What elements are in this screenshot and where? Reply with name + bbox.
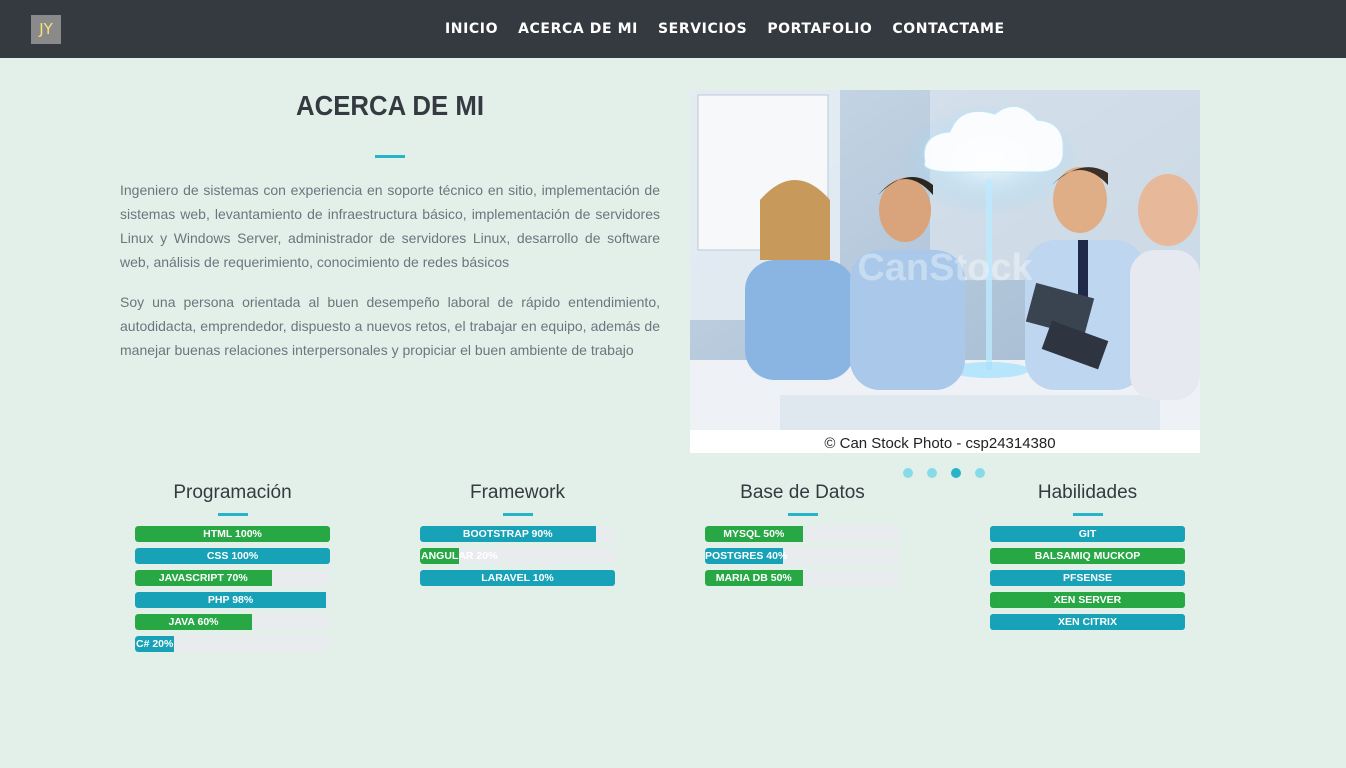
section-divider	[1072, 513, 1103, 516]
title-divider	[375, 155, 405, 158]
skills-base-datos: Base de Datos MYSQL 50% POSTGRES 40% MAR…	[705, 480, 900, 592]
image-caption: © Can Stock Photo - csp24314380	[824, 435, 1055, 452]
skill-bar: CSS 100%	[135, 548, 330, 564]
skill-label: PHP 98%	[207, 594, 254, 606]
carousel-dot-1[interactable]	[903, 468, 913, 478]
watermark: CanStock	[857, 247, 1033, 289]
carousel-dot-4[interactable]	[975, 468, 985, 478]
skill-tag: GIT	[990, 526, 1185, 542]
main-nav: INICIO ACERCA DE MI SERVICIOS PORTAFOLIO…	[435, 0, 1015, 58]
skill-label: LARAVEL 10%	[481, 572, 554, 584]
skill-label: JAVA 60%	[168, 616, 219, 628]
nav-link-contactame[interactable]: CONTACTAME	[882, 21, 1014, 37]
skill-bar: C# 20%	[135, 636, 330, 652]
skill-label: JAVASCRIPT 70%	[158, 572, 248, 584]
skill-bar: MARIA DB 50%	[705, 570, 900, 586]
about-text: Ingeniero de sistemas con experiencia en…	[120, 178, 660, 378]
carousel[interactable]: CanStock © Can Stock Photo - csp24314380	[690, 90, 1200, 453]
skill-bar: MYSQL 50%	[705, 526, 900, 542]
skill-label: MYSQL 50%	[723, 528, 785, 540]
skill-label: ANGULAR 20%	[421, 550, 498, 562]
skill-label: POSTGRES 40%	[705, 550, 788, 562]
carousel-dot-2[interactable]	[927, 468, 937, 478]
section-divider	[787, 513, 818, 516]
about-paragraph-2: Soy una persona orientada al buen desemp…	[120, 294, 660, 358]
carousel-image: CanStock © Can Stock Photo - csp24314380	[690, 90, 1200, 453]
skill-bar: POSTGRES 40%	[705, 548, 900, 564]
skills-habilidades: Habilidades GIT BALSAMIQ MUCKOP PFSENSE …	[990, 480, 1185, 636]
skill-bar: JAVA 60%	[135, 614, 330, 630]
skill-bar: JAVASCRIPT 70%	[135, 570, 330, 586]
carousel-dot-3[interactable]	[951, 468, 961, 478]
skill-tag: BALSAMIQ MUCKOP	[990, 548, 1185, 564]
skill-tag: XEN CITRIX	[990, 614, 1185, 630]
skills-programacion-title: Programación	[173, 482, 292, 503]
skill-tag: XEN SERVER	[990, 592, 1185, 608]
skills-framework-title: Framework	[469, 482, 565, 503]
skill-label: CSS 100%	[206, 550, 259, 562]
logo[interactable]: JY	[31, 15, 61, 44]
navbar: JY INICIO ACERCA DE MI SERVICIOS PORTAFO…	[0, 0, 1346, 58]
skills-habilidades-title: Habilidades	[1037, 482, 1138, 503]
skills-programacion: Programación HTML 100% CSS 100% JAVASCRI…	[135, 480, 330, 658]
nav-link-inicio[interactable]: INICIO	[435, 21, 508, 37]
skill-bar: HTML 100%	[135, 526, 330, 542]
carousel-indicators	[903, 468, 999, 478]
nav-link-portafolio[interactable]: PORTAFOLIO	[757, 21, 882, 37]
skills-framework: Framework BOOTSTRAP 90% ANGULAR 20% LARA…	[420, 480, 615, 592]
skills-base-datos-title: Base de Datos	[740, 482, 865, 503]
nav-link-servicios[interactable]: SERVICIOS	[648, 21, 757, 37]
section-divider	[502, 513, 533, 516]
skill-label: C# 20%	[136, 638, 174, 650]
skill-label: HTML 100%	[203, 528, 262, 540]
skill-bar: PHP 98%	[135, 592, 330, 608]
section-divider	[217, 513, 248, 516]
skill-bar: ANGULAR 20%	[420, 548, 615, 564]
about-title: ACERCA DE MI	[296, 90, 484, 121]
skill-bar: BOOTSTRAP 90%	[420, 526, 615, 542]
nav-link-acerca[interactable]: ACERCA DE MI	[508, 21, 648, 37]
about-paragraph-1: Ingeniero de sistemas con experiencia en…	[120, 182, 660, 270]
skill-bar: LARAVEL 10%	[420, 570, 615, 586]
skill-tag: PFSENSE	[990, 570, 1185, 586]
skill-label: BOOTSTRAP 90%	[462, 528, 553, 540]
skill-label: MARIA DB 50%	[715, 572, 792, 584]
